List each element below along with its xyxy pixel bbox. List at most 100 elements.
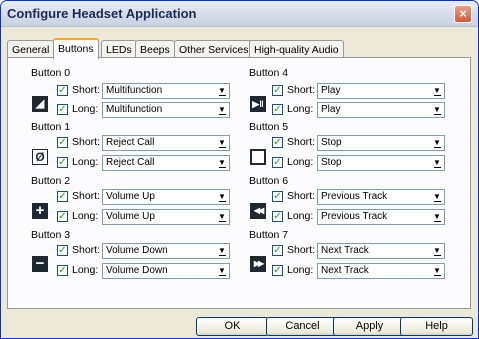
next-track-icon: ▶▶ <box>250 256 266 272</box>
dropdown-arrow-icon[interactable]: ▼ <box>431 265 443 277</box>
button-6-label: Button 6 <box>249 175 289 187</box>
dropdown-arrow-icon[interactable]: ▼ <box>216 157 228 169</box>
tab-other-services[interactable]: Other Services <box>174 40 254 58</box>
button-4-short-label: Short: <box>287 84 316 96</box>
dropdown-arrow-icon[interactable]: ▼ <box>216 191 228 203</box>
button-6-short-select[interactable]: Previous Track ▼ <box>317 189 445 205</box>
tab-high-quality-audio[interactable]: High-quality Audio <box>249 40 344 58</box>
button-3-short-select[interactable]: Volume Down ▼ <box>102 243 230 259</box>
button-4-long-checkbox[interactable]: ✓ <box>272 104 283 115</box>
button-2-long-select[interactable]: Volume Up ▼ <box>102 209 230 225</box>
button-1-long-checkbox[interactable]: ✓ <box>57 157 68 168</box>
plus-icon: + <box>32 203 48 219</box>
configure-headset-window: Configure Headset Application × General … <box>0 0 479 339</box>
button-2-short-checkbox[interactable]: ✓ <box>57 191 68 202</box>
button-5-short-select[interactable]: Stop ▼ <box>317 135 445 151</box>
button-2-label: Button 2 <box>31 175 71 187</box>
button-4-short-select[interactable]: Play ▼ <box>317 83 445 99</box>
button-7-long-select[interactable]: Next Track ▼ <box>317 263 445 279</box>
tab-general[interactable]: General <box>7 40 55 58</box>
button-6-short-label: Short: <box>287 190 316 202</box>
selected-value: Multifunction <box>106 85 163 96</box>
button-5-short-label: Short: <box>287 136 316 148</box>
button-2-long-checkbox[interactable]: ✓ <box>57 211 68 222</box>
dropdown-arrow-icon[interactable]: ▼ <box>216 265 228 277</box>
button-4-long-select[interactable]: Play ▼ <box>317 102 445 118</box>
button-4-long-label: Long: <box>287 103 314 115</box>
button-4-short-checkbox[interactable]: ✓ <box>272 85 283 96</box>
selected-value: Next Track <box>321 265 369 276</box>
tab-beeps[interactable]: Beeps <box>135 40 175 58</box>
button-6-long-label: Long: <box>287 210 314 222</box>
dropdown-arrow-icon[interactable]: ▼ <box>431 104 443 116</box>
dropdown-arrow-icon[interactable]: ▼ <box>431 211 443 223</box>
button-6-long-select[interactable]: Previous Track ▼ <box>317 209 445 225</box>
button-1-label: Button 1 <box>31 121 71 133</box>
apply-button[interactable]: Apply <box>333 317 406 336</box>
selected-value: Previous Track <box>321 211 388 222</box>
window-title: Configure Headset Application <box>7 6 197 21</box>
button-6-short-checkbox[interactable]: ✓ <box>272 191 283 202</box>
button-0-label: Button 0 <box>31 67 71 79</box>
button-5-long-label: Long: <box>287 156 314 168</box>
dropdown-arrow-icon[interactable]: ▼ <box>216 211 228 223</box>
phone-icon: ◢ <box>32 96 48 112</box>
buttons-panel: Button 0 ◢ ✓ Short: Multifunction ▼ ✓ Lon… <box>7 57 471 309</box>
dropdown-arrow-icon[interactable]: ▼ <box>431 137 443 149</box>
ok-button[interactable]: OK <box>196 317 269 336</box>
button-1-long-label: Long: <box>72 156 99 168</box>
button-0-short-label: Short: <box>72 84 101 96</box>
button-5-long-checkbox[interactable]: ✓ <box>272 157 283 168</box>
button-3-short-checkbox[interactable]: ✓ <box>57 245 68 256</box>
dropdown-arrow-icon[interactable]: ▼ <box>216 104 228 116</box>
selected-value: Reject Call <box>106 137 155 148</box>
button-6-long-checkbox[interactable]: ✓ <box>272 211 283 222</box>
minus-icon: − <box>32 256 48 272</box>
button-3-short-label: Short: <box>72 244 101 256</box>
dropdown-arrow-icon[interactable]: ▼ <box>216 245 228 257</box>
button-2-short-select[interactable]: Volume Up ▼ <box>102 189 230 205</box>
help-button[interactable]: Help <box>400 317 473 336</box>
dropdown-arrow-icon[interactable]: ▼ <box>431 85 443 97</box>
tab-buttons[interactable]: Buttons <box>53 38 99 59</box>
button-0-short-select[interactable]: Multifunction ▼ <box>102 83 230 99</box>
button-2-long-label: Long: <box>72 210 99 222</box>
close-button[interactable]: × <box>454 5 472 23</box>
button-3-long-select[interactable]: Volume Down ▼ <box>102 263 230 279</box>
selected-value: Play <box>321 104 341 115</box>
stop-icon <box>250 149 266 165</box>
button-3-long-checkbox[interactable]: ✓ <box>57 265 68 276</box>
selected-value: Multifunction <box>106 104 163 115</box>
button-7-long-checkbox[interactable]: ✓ <box>272 265 283 276</box>
button-0-long-select[interactable]: Multifunction ▼ <box>102 102 230 118</box>
button-7-short-checkbox[interactable]: ✓ <box>272 245 283 256</box>
button-4-label: Button 4 <box>249 67 289 79</box>
button-7-long-label: Long: <box>287 264 314 276</box>
selected-value: Stop <box>321 157 342 168</box>
dropdown-arrow-icon[interactable]: ▼ <box>216 85 228 97</box>
tab-leds[interactable]: LEDs <box>101 40 137 58</box>
dropdown-arrow-icon[interactable]: ▼ <box>431 245 443 257</box>
button-5-short-checkbox[interactable]: ✓ <box>272 137 283 148</box>
selected-value: Reject Call <box>106 157 155 168</box>
title-bar[interactable]: Configure Headset Application × <box>1 1 478 27</box>
selected-value: Stop <box>321 137 342 148</box>
selected-value: Volume Down <box>106 265 168 276</box>
dropdown-arrow-icon[interactable]: ▼ <box>216 137 228 149</box>
button-7-label: Button 7 <box>249 229 289 241</box>
dropdown-arrow-icon[interactable]: ▼ <box>431 191 443 203</box>
button-1-short-checkbox[interactable]: ✓ <box>57 137 68 148</box>
selected-value: Previous Track <box>321 191 388 202</box>
button-5-long-select[interactable]: Stop ▼ <box>317 155 445 171</box>
button-1-long-select[interactable]: Reject Call ▼ <box>102 155 230 171</box>
selected-value: Volume Down <box>106 245 168 256</box>
button-0-short-checkbox[interactable]: ✓ <box>57 85 68 96</box>
cancel-button[interactable]: Cancel <box>266 317 339 336</box>
button-5-label: Button 5 <box>249 121 289 133</box>
button-0-long-checkbox[interactable]: ✓ <box>57 104 68 115</box>
dropdown-arrow-icon[interactable]: ▼ <box>431 157 443 169</box>
button-7-short-select[interactable]: Next Track ▼ <box>317 243 445 259</box>
button-1-short-select[interactable]: Reject Call ▼ <box>102 135 230 151</box>
selected-value: Play <box>321 85 341 96</box>
button-3-long-label: Long: <box>72 264 99 276</box>
